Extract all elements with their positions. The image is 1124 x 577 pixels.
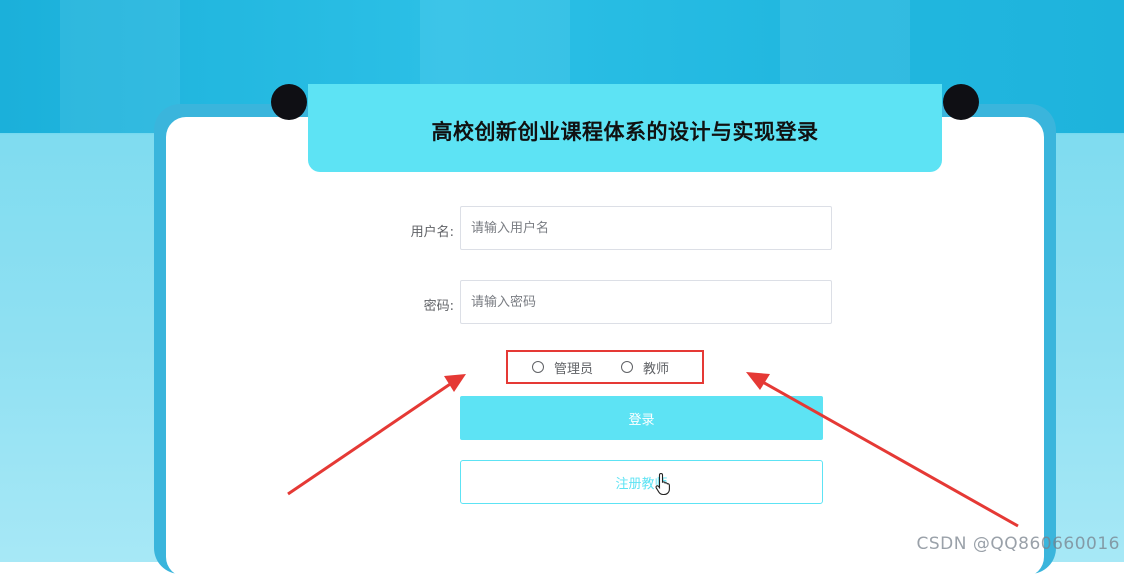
role-radio-group: 管理员 教师 bbox=[506, 350, 704, 384]
password-label: 密码: bbox=[374, 295, 454, 314]
login-card bbox=[166, 117, 1044, 577]
role-radio-admin[interactable]: 管理员 bbox=[532, 358, 593, 377]
title-banner: 高校创新创业课程体系的设计与实现登录 bbox=[308, 84, 942, 172]
username-label: 用户名: bbox=[374, 221, 454, 240]
register-teacher-button[interactable]: 注册教师 bbox=[460, 460, 823, 504]
hand-pointer-icon bbox=[655, 472, 675, 496]
radio-circle-icon[interactable] bbox=[621, 361, 633, 373]
role-radio-teacher[interactable]: 教师 bbox=[621, 358, 669, 377]
watermark-text: CSDN @QQ860660016 bbox=[917, 534, 1120, 554]
login-button[interactable]: 登录 bbox=[460, 396, 823, 440]
page-title: 高校创新创业课程体系的设计与实现登录 bbox=[432, 110, 819, 146]
password-input[interactable] bbox=[460, 280, 832, 324]
left-pin-decoration bbox=[271, 84, 307, 120]
radio-circle-icon[interactable] bbox=[532, 361, 544, 373]
role-label-teacher: 教师 bbox=[643, 358, 669, 377]
username-input[interactable] bbox=[460, 206, 832, 250]
right-pin-decoration bbox=[943, 84, 979, 120]
role-label-admin: 管理员 bbox=[554, 358, 593, 377]
